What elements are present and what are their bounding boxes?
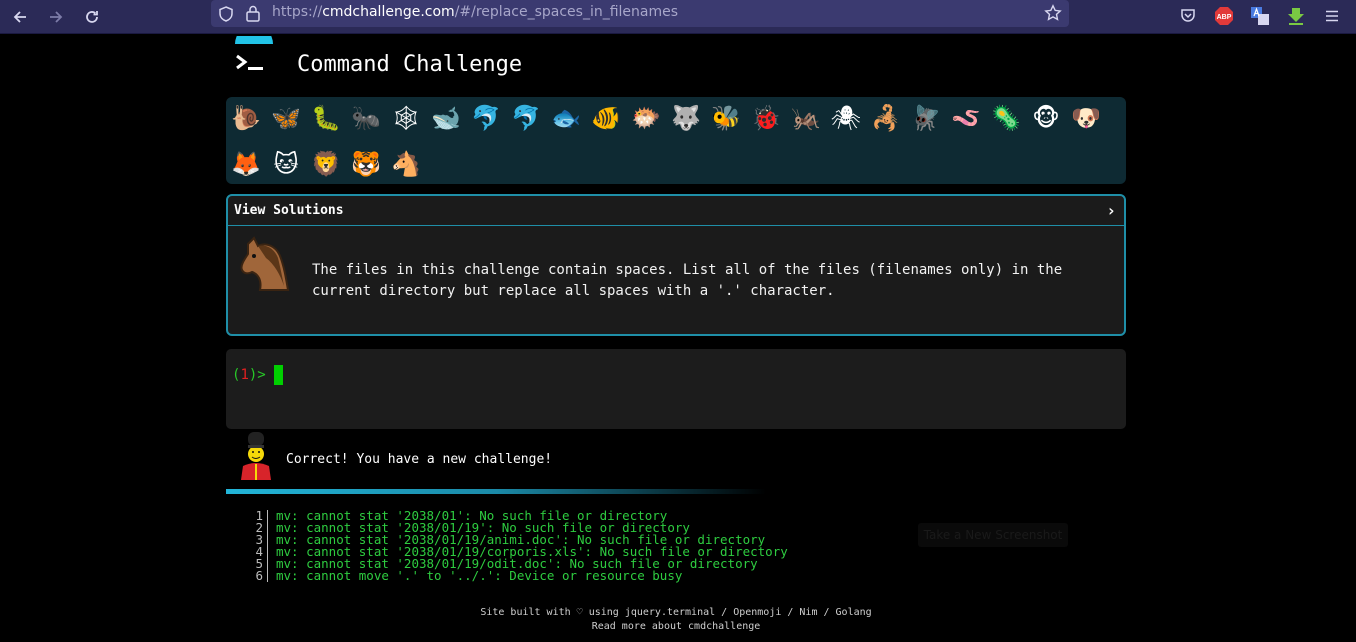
- adblock-label: ABP: [1217, 14, 1232, 21]
- reload-button[interactable]: [79, 4, 105, 30]
- back-button[interactable]: [7, 4, 33, 30]
- challenge-animal-cat-icon[interactable]: 🐱: [269, 147, 303, 181]
- challenge-animal-lion-icon[interactable]: 🦁: [309, 147, 343, 181]
- terminal[interactable]: (1)>: [226, 349, 1126, 429]
- forward-button[interactable]: [43, 4, 69, 30]
- pocket-button[interactable]: [1175, 3, 1201, 29]
- reload-icon: [86, 11, 98, 23]
- translate-button[interactable]: [1247, 3, 1273, 29]
- challenge-panel: View Solutions › The files in this chall…: [226, 194, 1126, 336]
- challenge-animal-bee-icon[interactable]: 🐝: [709, 101, 743, 135]
- challenge-animal-spider-icon[interactable]: 🕷: [829, 101, 863, 135]
- challenge-animal-worm-icon[interactable]: 🪱: [949, 101, 983, 135]
- challenge-animal-horse-icon[interactable]: 🐴: [389, 147, 423, 181]
- challenge-animal-monkey-icon[interactable]: 🐵: [1029, 101, 1063, 135]
- adblock-plus-icon: ABP: [1215, 7, 1233, 25]
- star-icon[interactable]: [1044, 4, 1062, 22]
- terminal-prompt: (1)>: [232, 367, 266, 383]
- challenge-description: The files in this challenge contain spac…: [312, 262, 1063, 299]
- challenge-animal-scorpion-icon[interactable]: 🦂: [869, 101, 903, 135]
- take-screenshot-button[interactable]: Take a New Screenshot: [918, 523, 1068, 547]
- terminal-cursor[interactable]: [274, 365, 283, 385]
- output-line: 6 mv: cannot move '.' to '../.': Device o…: [252, 568, 788, 583]
- translate-icon: [1251, 7, 1269, 25]
- challenge-animal-fish-icon[interactable]: 🐟: [549, 101, 583, 135]
- challenge-animal-tropical-fish-icon[interactable]: 🐠: [589, 101, 623, 135]
- url-bar[interactable]: https://cmdchallenge.com/#/replace_space…: [211, 0, 1069, 27]
- url-path: /#/replace_spaces_in_filenames: [454, 4, 679, 20]
- arrow-left-icon: [13, 11, 26, 23]
- challenge-animal-fox-icon[interactable]: 🦊: [229, 147, 263, 181]
- challenge-animal-whale-icon[interactable]: 🐋: [429, 101, 463, 135]
- browser-toolbar: https://cmdchallenge.com/#/replace_space…: [0, 0, 1356, 34]
- challenge-animal-butterfly-icon[interactable]: 🦋: [269, 101, 303, 135]
- logo[interactable]: [227, 25, 281, 84]
- menu-button[interactable]: [1319, 3, 1345, 29]
- progress-bar: [226, 489, 766, 494]
- challenge-animal-dolphin-grey-icon[interactable]: 🐬: [509, 101, 543, 135]
- challenge-animal-dog-icon[interactable]: 🐶: [1069, 101, 1103, 135]
- challenge-animal-ladybug-icon[interactable]: 🐞: [749, 101, 783, 135]
- lock-icon[interactable]: [245, 4, 261, 22]
- challenge-progress-strip: 🐌 🦋 🐛 🐜 🕸 🐋 🐬 🐬 🐟 🐠 🐡 🐺 🐝 🐞 🦗 🕷 🦂 🪰 🪱 🦠 🐵 🐶 🦊 🐱 🦁 🐯 🐴: [226, 97, 1126, 184]
- challenge-animal-dolphin-icon[interactable]: 🐬: [469, 101, 503, 135]
- challenge-animal-tiger-icon[interactable]: 🐯: [349, 147, 383, 181]
- adblock-plus-button[interactable]: ABP: [1211, 3, 1237, 29]
- challenge-animal-cricket-icon[interactable]: 🦗: [789, 101, 823, 135]
- output-line-number: 6: [252, 569, 268, 582]
- view-solutions-toggle[interactable]: View Solutions ›: [228, 196, 1124, 226]
- prompt-number: 1: [240, 367, 249, 383]
- royal-guard-icon: [236, 432, 276, 480]
- footer-read-more-link[interactable]: Read more about cmdchallenge: [226, 620, 1126, 634]
- chevron-right-icon: ›: [1106, 201, 1116, 220]
- output-line-text: mv: cannot move '.' to '../.': Device or…: [276, 568, 683, 583]
- view-solutions-label: View Solutions: [234, 203, 344, 218]
- horse-challenge-icon: [236, 234, 296, 294]
- footer: Site built with ♡ using jquery.terminal …: [226, 606, 1126, 634]
- arrow-right-icon: [50, 11, 63, 23]
- shield-icon[interactable]: [217, 5, 235, 23]
- footer-credits: Site built with ♡ using jquery.terminal …: [480, 607, 872, 618]
- status-message: Correct! You have a new challenge!: [286, 452, 553, 467]
- prompt-close: )>: [248, 367, 266, 383]
- pocket-icon: [1181, 9, 1195, 22]
- challenge-animal-pufferfish-icon[interactable]: 🐡: [629, 101, 663, 135]
- challenge-animal-microbe-icon[interactable]: 🦠: [989, 101, 1023, 135]
- download-button[interactable]: [1283, 3, 1309, 29]
- download-arrow-icon: [1288, 8, 1304, 25]
- challenge-animal-web-icon[interactable]: 🕸: [389, 101, 423, 135]
- page-title: Command Challenge: [297, 52, 523, 77]
- hamburger-icon: [1326, 10, 1338, 22]
- challenge-animal-caterpillar-icon[interactable]: 🐛: [309, 101, 343, 135]
- challenge-animal-wolf-icon[interactable]: 🐺: [669, 101, 703, 135]
- challenge-animal-fly-icon[interactable]: 🪰: [909, 101, 943, 135]
- url-prefix: https://: [272, 4, 323, 20]
- terminal-logo-icon: [235, 25, 273, 70]
- challenge-animal-snail-icon[interactable]: 🐌: [229, 101, 263, 135]
- url-domain: cmdchallenge.com: [322, 4, 455, 20]
- url-text[interactable]: https://cmdchallenge.com/#/replace_space…: [272, 4, 678, 20]
- command-output: 1 mv: cannot stat '2038/01': No such file…: [252, 509, 788, 583]
- challenge-animal-ant-icon[interactable]: 🐜: [349, 101, 383, 135]
